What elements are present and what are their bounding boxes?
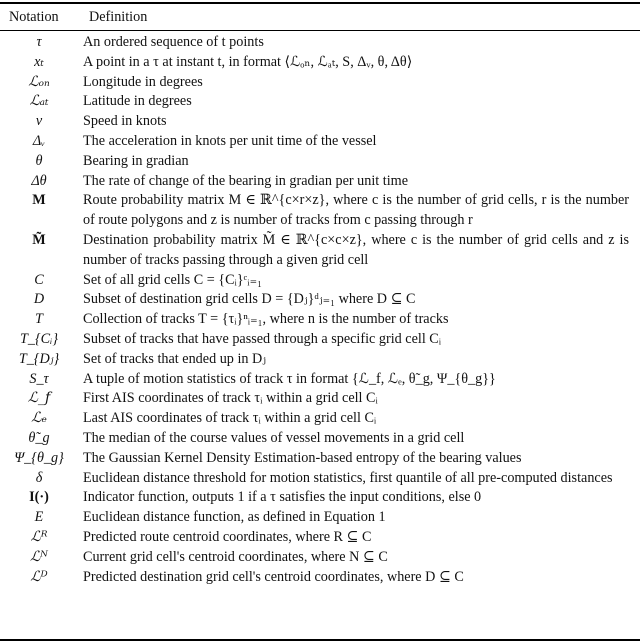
table-row: ℒₒₙ Longitude in degrees [0,73,640,93]
notation-symbol: θ̃_g [28,429,50,446]
notation-symbol: T_{Dⱼ} [18,350,60,367]
table-row: Ψ_{θ_g} The Gaussian Kernel Density Estim… [0,449,640,469]
header-definition: Definition [89,9,148,25]
notation-symbol: ℒᴿ [30,528,48,545]
notation-symbol: Δθ [31,172,47,189]
table-row: T Collection of tracks T = {τᵢ}ⁿᵢ₌₁, wher… [0,310,640,330]
definition-text: Subset of destination grid cells D = {Dⱼ… [83,291,416,308]
definition-text: A tuple of motion statistics of track τ … [83,370,496,387]
definition-text: Indicator function, outputs 1 if a τ sat… [83,489,482,506]
notation-symbol: T [35,311,43,328]
table-row: θ Bearing in gradian [0,152,640,172]
table-row: Δθ The rate of change of the bearing in g… [0,172,640,192]
notation-symbol: xₜ [34,53,44,70]
definition-text: Predicted destination grid cell's centro… [83,568,464,585]
definition-text: Set of tracks that ended up in Dⱼ [83,350,267,367]
notation-symbol: M̃ [32,231,46,248]
definition-text: The Gaussian Kernel Density Estimation-b… [83,449,522,466]
bottom-rule [0,639,640,641]
table-row: τ An ordered sequence of t points [0,33,640,53]
definition-text: Subset of tracks that have passed throug… [83,330,442,347]
table-row: M̃ Destination probability matrix M̃ ∈ ℝ^… [0,231,640,271]
definition-text: First AIS coordinates of track τᵢ within… [83,390,378,407]
table-row: ℒᴿ Predicted route centroid coordinates, … [0,528,640,548]
definition-text: An ordered sequence of t points [83,34,264,50]
notation-symbol: S_τ [29,370,49,387]
table-row: θ̃_g The median of the course values of v… [0,429,640,449]
notation-symbol: ℒₑ [31,410,47,427]
notation-symbol: C [34,271,44,288]
definition-text: Speed in knots [83,113,167,130]
table-row: ℒₐₜ Latitude in degrees [0,92,640,112]
notation-symbol: δ [35,469,43,486]
notation-symbol: M [32,192,46,209]
definition-text: Euclidean distance function, as defined … [83,509,386,526]
definition-text: The median of the course values of vesse… [83,429,465,446]
table-row: xₜ A point in a τ at instant t, in format… [0,53,640,73]
table-row: D Subset of destination grid cells D = {D… [0,290,640,310]
table-header: Notation Definition [0,6,640,28]
notation-symbol: τ [36,34,42,50]
definition-text: Destination probability matrix M̃ ∈ ℝ^{c… [83,231,629,268]
definition-text: Bearing in gradian [83,152,189,169]
notation-symbol: I(·) [29,489,49,506]
table-row: ℒᴰ Predicted destination grid cell's cent… [0,568,640,588]
definition-text: Route probability matrix M ∈ ℝ^{c×r×z}, … [83,192,629,229]
table-body: τ An ordered sequence of t points xₜ A poi… [0,33,640,587]
table-row: I(·) Indicator function, outputs 1 if a τ… [0,488,640,508]
notation-symbol: ℒ_f [27,390,51,407]
table-row: ℒᴺ Current grid cell's centroid coordinat… [0,548,640,568]
definition-text: Predicted route centroid coordinates, wh… [83,528,372,545]
definition-text: Euclidean distance threshold for motion … [83,469,613,486]
notation-symbol: θ [35,152,43,169]
definition-text: Set of all grid cells C = {Cᵢ}ᶜᵢ₌₁ [83,271,263,288]
definition-text: Longitude in degrees [83,73,203,90]
notation-symbol: ℒᴺ [29,548,49,565]
header-rule [0,30,640,31]
notation-symbol: v [35,113,43,130]
table-row: δ Euclidean distance threshold for motion… [0,469,640,489]
table-row: v Speed in knots [0,112,640,132]
table-row: S_τ A tuple of motion statistics of track… [0,370,640,390]
notation-symbol: ℒₒₙ [28,73,50,90]
notation-symbol: ℒₐₜ [29,93,49,110]
table-row: Δᵥ The acceleration in knots per unit tim… [0,132,640,152]
top-rule [0,2,640,4]
table-row: T_{Dⱼ} Set of tracks that ended up in Dⱼ [0,350,640,370]
table-row: ℒₑ Last AIS coordinates of track τᵢ withi… [0,409,640,429]
definition-text: The acceleration in knots per unit time … [83,132,377,149]
table-row: C Set of all grid cells C = {Cᵢ}ᶜᵢ₌₁ [0,271,640,291]
definition-text: Latitude in degrees [83,93,192,110]
notation-symbol: E [34,509,44,526]
table-row: T_{Cᵢ} Subset of tracks that have passed … [0,330,640,350]
notation-symbol: T_{Cᵢ} [19,330,59,347]
table-row: M Route probability matrix M ∈ ℝ^{c×r×z},… [0,191,640,231]
notation-symbol: Ψ_{θ_g} [14,449,64,466]
definition-text: Current grid cell's centroid coordinates… [83,548,388,565]
table-row: ℒ_f First AIS coordinates of track τᵢ wit… [0,389,640,409]
definition-text: Collection of tracks T = {τᵢ}ⁿᵢ₌₁, where… [83,311,449,328]
definition-text: A point in a τ at instant t, in format ⟨… [83,53,413,70]
definition-text: The rate of change of the bearing in gra… [83,172,408,189]
notation-symbol: D [33,291,45,308]
definition-text: Last AIS coordinates of track τᵢ within … [83,410,377,427]
header-notation: Notation [9,9,59,25]
notation-symbol: Δᵥ [32,132,46,149]
table-row: E Euclidean distance function, as defined… [0,508,640,528]
notation-symbol: ℒᴰ [30,568,48,585]
